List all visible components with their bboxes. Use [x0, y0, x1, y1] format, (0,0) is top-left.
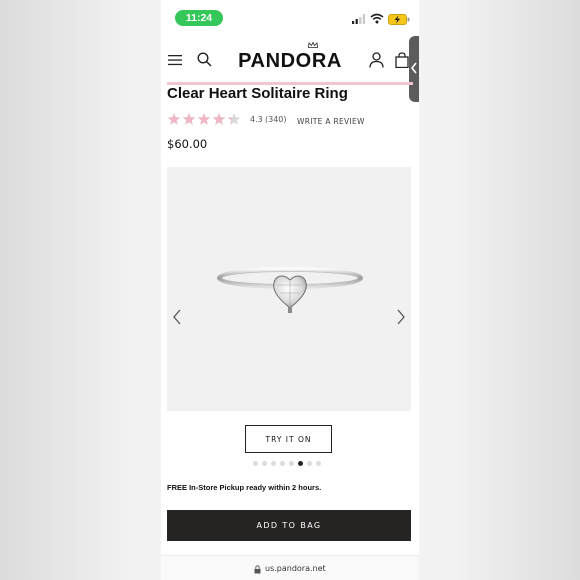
- carousel-dot[interactable]: [289, 461, 294, 466]
- pickup-note: FREE In-Store Pickup ready within 2 hour…: [167, 483, 322, 492]
- carousel-dot-active[interactable]: [298, 461, 303, 466]
- menu-icon[interactable]: [168, 54, 182, 66]
- star-fill: [197, 113, 211, 125]
- star-fill: [182, 113, 196, 125]
- write-review-link[interactable]: WRITE A REVIEW: [297, 117, 365, 126]
- star-fill: [167, 113, 181, 125]
- product-price: $60.00: [167, 137, 208, 151]
- ring-product-image: [217, 267, 363, 313]
- signal-icon: [352, 14, 365, 24]
- carousel-dot[interactable]: [262, 461, 267, 466]
- account-icon[interactable]: [369, 52, 384, 68]
- star-fill: [212, 113, 226, 125]
- rating-stars: [167, 113, 241, 125]
- wifi-icon: [370, 13, 384, 24]
- try-on-button[interactable]: TRY IT ON: [245, 425, 332, 453]
- url-text: us.pandora.net: [265, 564, 326, 573]
- search-icon[interactable]: [197, 52, 212, 67]
- battery-icon: [388, 14, 410, 25]
- carousel-dot[interactable]: [253, 461, 258, 466]
- phone-screen: 11:24 PANDORA Clear Heart Solitaire Ring…: [161, 0, 419, 580]
- status-bar: 11:24: [161, 0, 419, 34]
- brand-logo[interactable]: PANDORA: [233, 48, 347, 74]
- chevron-left-icon[interactable]: [172, 309, 182, 325]
- status-time: 11:24: [175, 10, 223, 26]
- carousel-dot[interactable]: [280, 461, 285, 466]
- carousel-dot[interactable]: [307, 461, 312, 466]
- product-title: Clear Heart Solitaire Ring: [167, 85, 348, 102]
- carousel-dot[interactable]: [271, 461, 276, 466]
- site-header: PANDORA: [161, 36, 419, 84]
- review-count[interactable]: (340): [265, 115, 287, 124]
- lock-icon: [254, 565, 261, 574]
- carousel-dot[interactable]: [316, 461, 321, 466]
- browser-url-bar[interactable]: us.pandora.net: [161, 555, 419, 580]
- add-to-bag-button[interactable]: ADD TO BAG: [167, 510, 411, 541]
- chevron-left-icon: [411, 62, 417, 74]
- chevron-right-icon[interactable]: [396, 309, 406, 325]
- product-image-gallery[interactable]: [167, 167, 411, 411]
- rating-value: 4.3: [250, 115, 263, 124]
- bag-icon[interactable]: [395, 52, 409, 68]
- carousel-dots: [253, 461, 321, 467]
- crown-icon: [308, 42, 318, 48]
